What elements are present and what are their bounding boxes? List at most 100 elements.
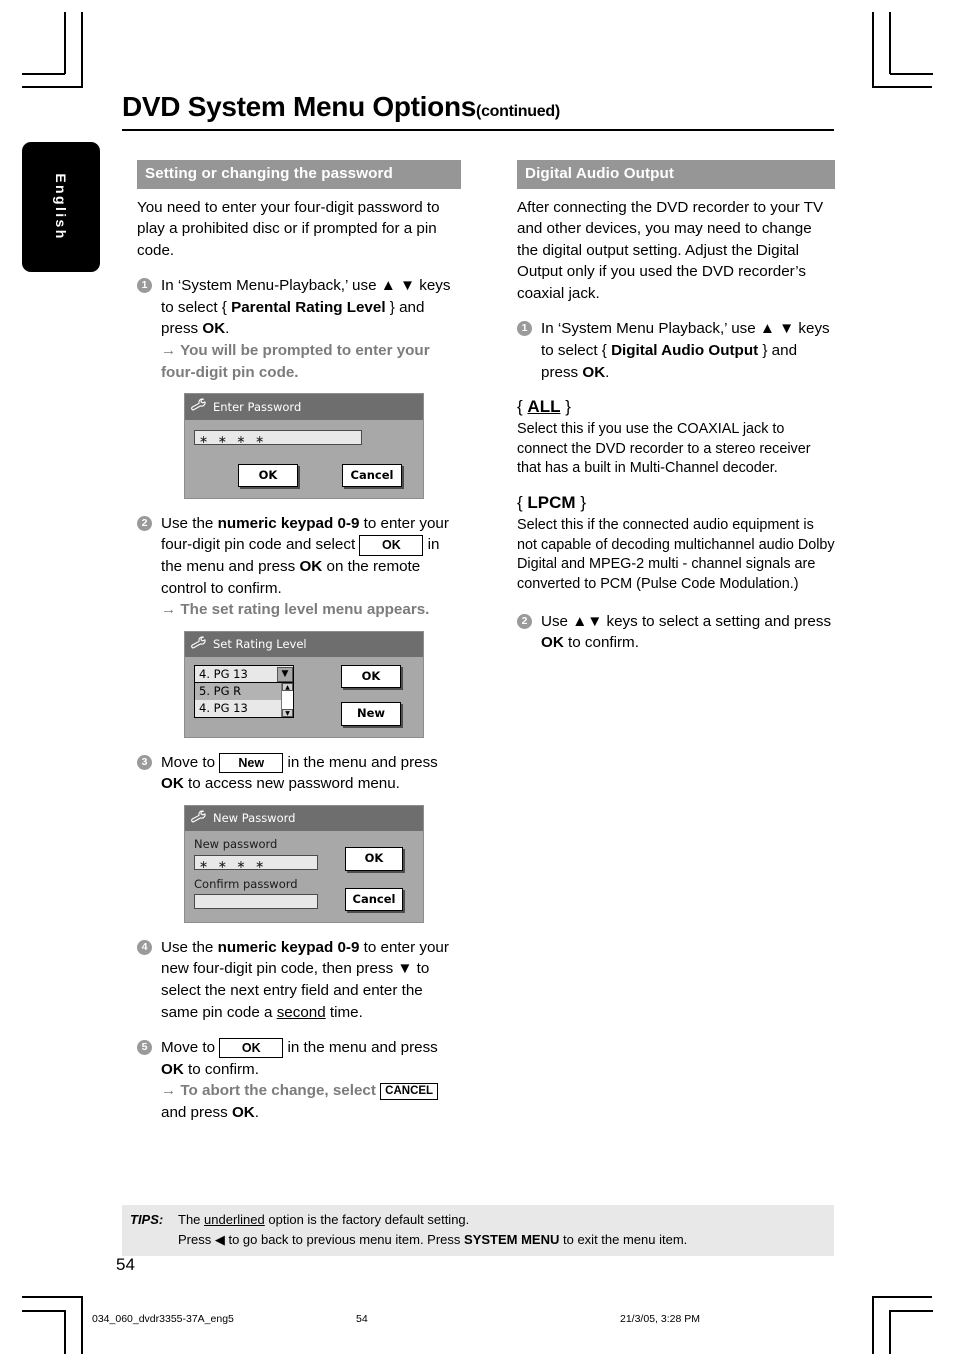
step-1-bold-parental: Parental Rating Level [231,298,386,316]
rating-option-1[interactable]: 4. PG 13 [195,700,281,717]
password-input[interactable]: ∗ ∗ ∗ ∗ [194,429,362,446]
step-3-text-a: Move to [161,753,216,771]
crop-mark-bottom-left-inner-vertical [64,1310,66,1354]
tips-line-1-a: The [178,1212,201,1227]
osd-ok-button[interactable]: OK [341,665,401,689]
step-1-number: 1 [137,278,152,294]
step-4-number: 4 [137,939,152,955]
page-title-continued: (continued) [476,103,560,120]
rating-dropdown[interactable]: 4. PG 13 ▼ 5. PG R 4. PG 13 ▲ ▼ [194,665,294,719]
left-column: Setting or changing the password You nee… [137,160,463,1124]
option-lpcm-brace-open: { [517,493,523,513]
print-page-number: 54 [356,1313,368,1325]
crop-mark-bottom-left-horizontal [22,1296,82,1298]
option-lpcm-body: Select this if the connected audio equip… [517,517,835,592]
osd-cancel-button[interactable]: Cancel [345,887,403,911]
step-3: 3 Move to New in the menu and press OK t… [137,752,463,795]
right-step-1-bold-ok: OK [582,363,606,381]
osd-set-rating-level: Set Rating Level 4. PG 13 ▼ 5. PG R 4. P… [184,630,424,738]
option-all-value: ALL [527,397,561,417]
scroll-up-icon[interactable]: ▲ [282,683,293,692]
tips-line-2-bold: SYSTEM MENU [464,1231,560,1247]
tips-footer: TIPS: The underlined option is the facto… [122,1205,834,1256]
osd-set-rating-body: 4. PG 13 ▼ 5. PG R 4. PG 13 ▲ ▼ OK New [185,657,423,737]
right-step-1-number: 1 [517,321,532,337]
crop-mark-bottom-left-inner-horizontal [22,1310,65,1312]
right-step-1-bold-dao: Digital Audio Output [611,342,759,360]
option-lpcm-value: LPCM [527,493,576,513]
option-all-body: Select this if you use the COAXIAL jack … [517,421,811,477]
page-title-main: DVD System Menu Options [122,91,477,122]
step-2: 2 Use the numeric keypad 0-9 to enter yo… [137,513,463,621]
step-3-number: 3 [137,754,152,770]
wrench-icon [191,810,206,827]
osd-new-password: New Password New password ∗ ∗ ∗ ∗ Confir… [184,804,424,923]
chevron-down-icon[interactable]: ▼ [277,666,293,682]
right-step-1-period: . [605,363,610,381]
tips-line-1-underlined: underlined [204,1212,265,1227]
rating-dropdown-list[interactable]: 5. PG R 4. PG 13 ▲ ▼ [194,682,294,719]
step-4-underlined-second: second [276,1003,326,1021]
step-2-number: 2 [137,515,152,531]
rating-dropdown-selected[interactable]: 4. PG 13 ▼ [194,665,294,683]
section-heading-password: Setting or changing the password [137,160,461,189]
rating-dropdown-items: 5. PG R 4. PG 13 [195,683,281,717]
osd-set-rating-title: Set Rating Level [213,637,307,652]
right-step-2-number: 2 [517,613,532,629]
step-5-result: → To abort the change, select CANCEL and… [161,1080,463,1123]
crop-mark-top-right-inner-horizontal [890,73,933,75]
crop-mark-bottom-right-inner-vertical [889,1310,891,1354]
page-number: 54 [116,1255,135,1274]
right-step-2-text-b: to confirm. [568,634,639,652]
osd-new-password-body: New password ∗ ∗ ∗ ∗ Confirm password OK… [185,831,423,922]
step-3-text-b: in the menu and press [287,753,438,771]
print-file-name: 034_060_dvdr3355-37A_eng5 [92,1313,234,1325]
new-password-label: New password [194,837,278,852]
osd-new-button[interactable]: New [341,702,401,726]
right-step-2-bold-ok: OK [541,634,564,652]
option-all-title: { ALL } [517,395,835,419]
step-5-text-b: in the menu and press [287,1039,438,1057]
crop-mark-top-right-horizontal [872,86,932,88]
crop-mark-top-left-inner-vertical [64,12,66,74]
confirm-password-label: Confirm password [194,876,298,891]
option-lpcm-title: { LPCM } [517,491,835,515]
inline-new-key-step3: New [219,752,284,773]
tips-line-2: Press ◀ to go back to previous menu item… [178,1230,834,1250]
rating-buttons: OK New [328,665,414,726]
right-step-2-text-a: Use ▲▼ keys to select a setting and pres… [541,612,832,630]
right-column: Digital Audio Output After connecting th… [517,160,835,654]
tips-label: TIPS: [130,1212,164,1227]
step-5-bold-ok-2: OK [231,1103,255,1121]
option-all-brace-open: { [517,397,523,417]
tips-line-2-b: to exit the menu item. [563,1231,688,1247]
step-1-bold-ok: OK [202,320,226,338]
confirm-password-input[interactable] [194,893,318,909]
step-2-text-a: Use the [161,514,214,532]
crop-mark-bottom-right-horizontal [872,1296,932,1298]
new-password-input[interactable]: ∗ ∗ ∗ ∗ [194,854,318,871]
tips-line-1-b: option is the factory default setting. [268,1212,470,1227]
osd-enter-password-titlebar: Enter Password [185,394,423,420]
osd-ok-button[interactable]: OK [238,463,298,487]
osd-ok-button[interactable]: OK [345,847,403,871]
new-password-fields: New password ∗ ∗ ∗ ∗ Confirm password [194,836,334,911]
step-4: 4 Use the numeric keypad 0-9 to enter yo… [137,937,463,1023]
osd-new-password-title: New Password [213,811,296,826]
language-tab: English [22,142,100,272]
step-4-text-a: Use the [161,938,214,956]
step-5-result-a: → To abort the change, select [161,1082,376,1100]
osd-cancel-button[interactable]: Cancel [342,463,402,487]
rating-dropdown-selected-label: 4. PG 13 [199,666,248,681]
rating-option-0[interactable]: 5. PG R [195,683,281,701]
rating-dropdown-scrollbar[interactable]: ▲ ▼ [281,683,293,718]
password-intro-paragraph: You need to enter your four-digit passwo… [137,198,440,259]
tips-lines: The underlined option is the factory def… [178,1210,834,1250]
step-5: 5 Move to OK in the menu and press OK to… [137,1037,463,1123]
crop-mark-bottom-left-vertical [81,1296,83,1354]
scroll-down-icon[interactable]: ▼ [282,709,293,718]
tips-line-1: The underlined option is the factory def… [178,1210,834,1230]
print-date: 21/3/05, 3:28 PM [620,1313,700,1325]
osd-set-rating-titlebar: Set Rating Level [185,631,423,658]
step-2-result-text: → The set rating level menu appears. [161,601,430,619]
